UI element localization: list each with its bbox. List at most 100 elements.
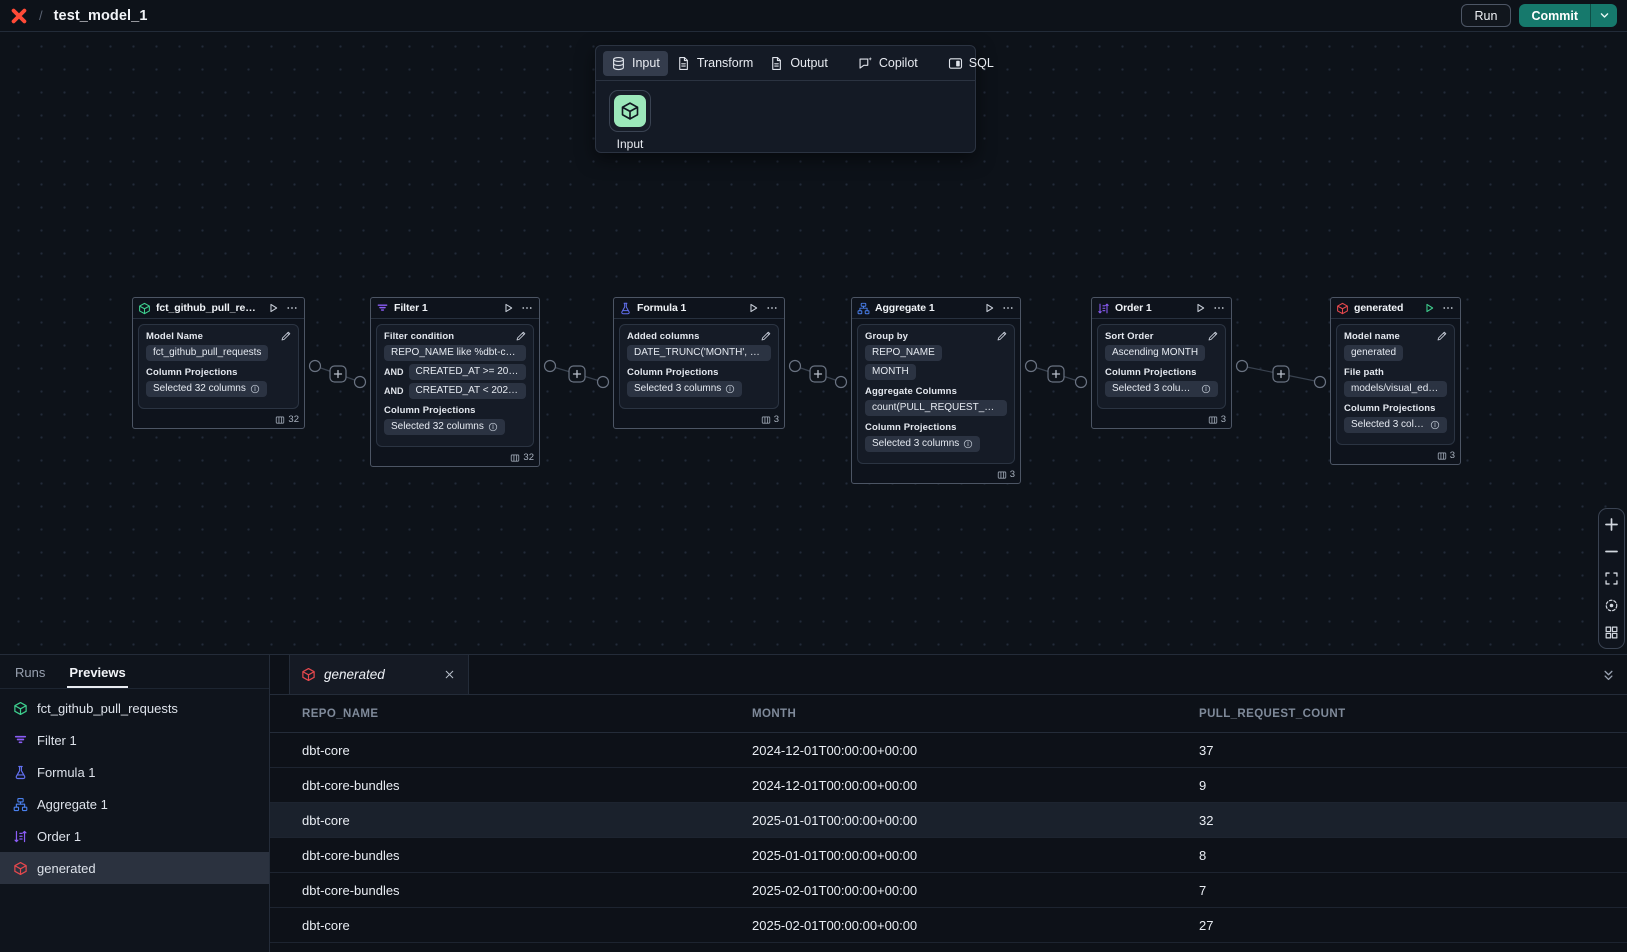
sidebar-item-aggregate-1[interactable]: Aggregate 1	[0, 788, 269, 820]
node-filter-1[interactable]: Filter 1Filter conditionREPO_NAME like %…	[370, 297, 540, 467]
add-node-button[interactable]	[330, 366, 346, 382]
input-port[interactable]	[355, 377, 366, 388]
value-pill[interactable]: Selected 3 columns	[865, 436, 980, 452]
value-pill[interactable]: MONTH	[865, 364, 916, 380]
info-icon[interactable]	[488, 422, 498, 432]
run-button[interactable]: Run	[1461, 4, 1512, 27]
input-port[interactable]	[836, 377, 847, 388]
value-pill[interactable]: Selected 3 columns	[1105, 381, 1218, 397]
node-menu-button[interactable]	[1212, 301, 1226, 315]
table-row[interactable]: dbt-core2025-01-01T00:00:00+00:0032	[270, 803, 1627, 838]
palette-tab-copilot[interactable]: Copilot	[850, 51, 926, 76]
dag-canvas[interactable]: InputTransformOutputCopilotSQL Input fct…	[0, 32, 1627, 654]
table-row[interactable]: dbt-core-bundles2025-01-01T00:00:00+00:0…	[270, 838, 1627, 873]
info-icon[interactable]	[250, 384, 260, 394]
value-pill[interactable]: fct_github_pull_requests	[146, 345, 268, 361]
value-pill[interactable]: Selected 32 columns	[146, 381, 267, 397]
node-card: Model namegeneratedFile pathmodels/visua…	[1336, 324, 1455, 445]
input-port[interactable]	[1315, 377, 1326, 388]
node-play-button[interactable]	[1422, 301, 1436, 315]
info-icon[interactable]	[1430, 420, 1440, 430]
node-menu-button[interactable]	[1441, 301, 1455, 315]
focus-button[interactable]	[1602, 596, 1621, 615]
aggregate-blue	[13, 797, 28, 812]
edit-pencil-icon[interactable]	[996, 330, 1008, 342]
palette-tab-transform[interactable]: Transform	[668, 51, 762, 76]
fit-view-button[interactable]	[1602, 569, 1621, 588]
sidebar-item-fct_github_pull_requests[interactable]: fct_github_pull_requests	[0, 692, 269, 724]
zoom-out-button[interactable]	[1602, 542, 1621, 561]
node-menu-button[interactable]	[1001, 301, 1015, 315]
table-row[interactable]: dbt-core2025-02-01T00:00:00+00:0027	[270, 908, 1627, 943]
node-fct_github_pull_requests[interactable]: fct_github_pull_requestsModel Namefct_gi…	[132, 297, 305, 429]
output-port[interactable]	[790, 361, 801, 372]
dbt-logo-icon[interactable]	[10, 7, 28, 25]
node-play-button[interactable]	[1193, 301, 1207, 315]
value-pill[interactable]: REPO_NAME like %dbt-core%	[384, 345, 526, 361]
output-port[interactable]	[1026, 361, 1037, 372]
commit-button[interactable]: Commit	[1519, 4, 1590, 27]
close-icon[interactable]	[441, 667, 457, 683]
edit-pencil-icon[interactable]	[1436, 330, 1448, 342]
output-port[interactable]	[310, 361, 321, 372]
table-row[interactable]: dbt-core2024-12-01T00:00:00+00:0037	[270, 733, 1627, 768]
value-pill[interactable]: count(PULL_REQUEST_NUMBER) as …	[865, 400, 1007, 416]
value-pill[interactable]: REPO_NAME	[865, 345, 942, 361]
commit-dropdown-button[interactable]	[1590, 4, 1617, 27]
value-pill[interactable]: Ascending MONTH	[1105, 345, 1205, 361]
column-header-pull_request_count: PULL_REQUEST_COUNT	[1177, 708, 1627, 720]
edit-pencil-icon[interactable]	[515, 330, 527, 342]
value-pill[interactable]: Selected 32 columns	[384, 419, 505, 435]
node-generated[interactable]: generatedModel namegeneratedFile pathmod…	[1330, 297, 1461, 465]
value-pill[interactable]: Selected 3 columns	[627, 381, 742, 397]
node-play-button[interactable]	[746, 301, 760, 315]
output-port[interactable]	[545, 361, 556, 372]
value-pill[interactable]: CREATED_AT >= 2024-12-01	[409, 364, 527, 380]
sidebar-item-generated[interactable]: generated	[0, 852, 269, 884]
palette-tab-sql[interactable]: SQL	[940, 51, 1002, 76]
sidebar-item-filter-1[interactable]: Filter 1	[0, 724, 269, 756]
minimap-button[interactable]	[1602, 623, 1621, 642]
node-order-1[interactable]: Order 1Sort OrderAscending MONTHColumn P…	[1091, 297, 1232, 429]
palette-tab-input[interactable]: Input	[603, 51, 668, 76]
info-icon[interactable]	[1201, 384, 1211, 394]
table-row[interactable]: dbt-core-bundles2025-02-01T00:00:00+00:0…	[270, 873, 1627, 908]
palette-tab-output[interactable]: Output	[761, 51, 836, 76]
add-node-button[interactable]	[1273, 366, 1289, 382]
value-pill[interactable]: DATE_TRUNC('MONTH', CREATED_AT…	[627, 345, 771, 361]
node-aggregate-1[interactable]: Aggregate 1Group byREPO_NAMEMONTHAggrega…	[851, 297, 1021, 484]
add-node-button[interactable]	[1048, 366, 1064, 382]
collapse-panel-button[interactable]	[1598, 664, 1618, 686]
table-row[interactable]: dbt-core-bundles2024-12-01T00:00:00+00:0…	[270, 768, 1627, 803]
value-pill[interactable]: CREATED_AT < 2025-03-01	[409, 383, 527, 399]
output-port[interactable]	[1237, 361, 1248, 372]
sidebar-item-formula-1[interactable]: Formula 1	[0, 756, 269, 788]
info-icon[interactable]	[725, 384, 735, 394]
edit-pencil-icon[interactable]	[1207, 330, 1219, 342]
section-label: Sort Order	[1105, 331, 1218, 342]
value-pill[interactable]: Selected 3 columns	[1344, 417, 1447, 433]
columns-icon	[997, 470, 1007, 480]
node-menu-button[interactable]	[765, 301, 779, 315]
edit-pencil-icon[interactable]	[280, 330, 292, 342]
zoom-in-button[interactable]	[1602, 515, 1621, 534]
edit-pencil-icon[interactable]	[760, 330, 772, 342]
node-menu-button[interactable]	[285, 301, 299, 315]
input-port[interactable]	[1076, 377, 1087, 388]
tab-runs[interactable]: Runs	[13, 657, 47, 688]
input-port[interactable]	[598, 377, 609, 388]
add-node-button[interactable]	[569, 366, 585, 382]
node-formula-1[interactable]: Formula 1Added columnsDATE_TRUNC('MONTH'…	[613, 297, 785, 429]
node-play-button[interactable]	[982, 301, 996, 315]
node-menu-button[interactable]	[520, 301, 534, 315]
palette-item-input[interactable]: Input	[609, 90, 651, 151]
add-node-button[interactable]	[810, 366, 826, 382]
value-pill[interactable]: generated	[1344, 345, 1403, 361]
tab-previews[interactable]: Previews	[67, 657, 127, 688]
node-play-button[interactable]	[501, 301, 515, 315]
value-pill[interactable]: models/visual_editor	[1344, 381, 1447, 397]
node-play-button[interactable]	[266, 301, 280, 315]
sidebar-item-order-1[interactable]: Order 1	[0, 820, 269, 852]
info-icon[interactable]	[963, 439, 973, 449]
preview-tab-generated[interactable]: generated	[289, 655, 469, 694]
